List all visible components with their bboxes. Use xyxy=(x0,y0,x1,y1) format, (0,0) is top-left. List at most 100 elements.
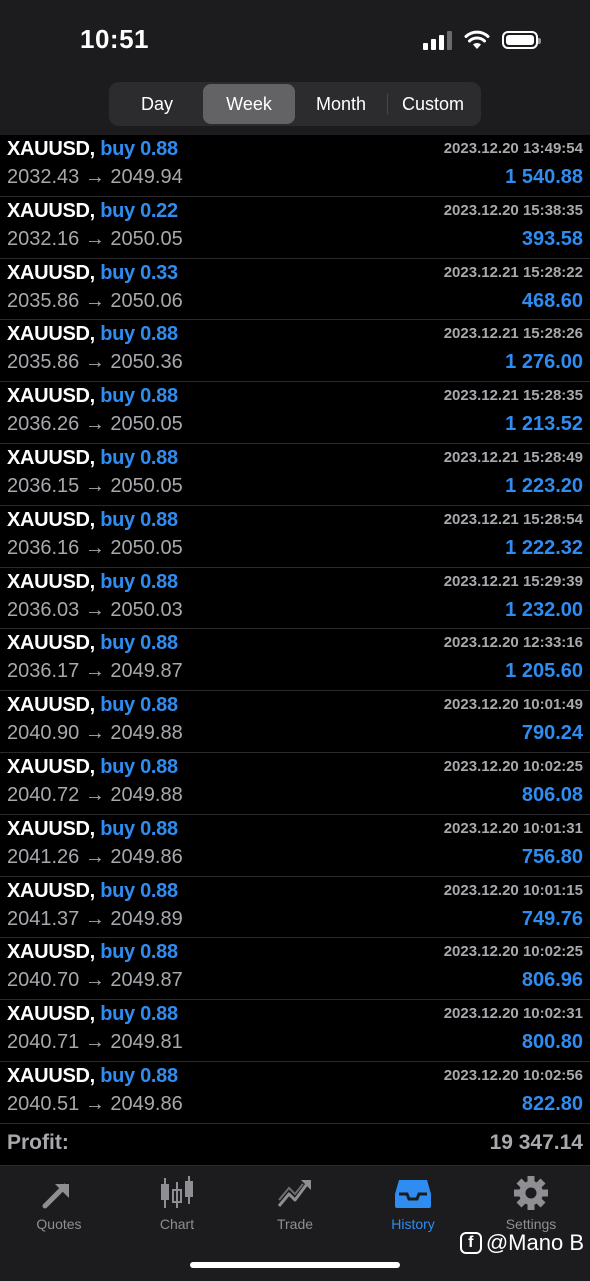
deal-profit: 749.76 xyxy=(521,907,583,930)
home-indicator[interactable] xyxy=(190,1262,400,1268)
deal-arrow: → xyxy=(84,598,105,621)
deal-symbol: XAUUSD, buy 0.22 xyxy=(7,200,178,223)
inbox-tray-icon xyxy=(395,1180,431,1208)
deal-open-price: 2040.90 xyxy=(7,722,80,745)
deal-side-volume: buy 0.88 xyxy=(100,817,178,840)
deal-symbol-text: XAUUSD, xyxy=(7,1064,95,1087)
period-month-button[interactable]: Month xyxy=(295,84,387,124)
candlestick-icon xyxy=(161,1176,193,1208)
deal-close-price: 2050.05 xyxy=(110,227,183,250)
deal-timestamp: 2023.12.20 10:02:56 xyxy=(443,1066,583,1084)
deal-prices: 2040.71 → 2049.81 xyxy=(7,1031,183,1054)
deal-symbol-text: XAUUSD, xyxy=(7,755,95,778)
deal-close-price: 2049.86 xyxy=(110,1092,183,1115)
deal-close-price: 2049.87 xyxy=(110,969,183,992)
deal-open-price: 2040.70 xyxy=(7,969,80,992)
table-row[interactable]: XAUUSD, buy 0.88 2041.37 → 2049.89 2023.12… xyxy=(0,877,590,939)
period-day-button[interactable]: Day xyxy=(111,84,203,124)
deal-side-volume: buy 0.88 xyxy=(100,1003,178,1026)
deal-profit: 1 205.60 xyxy=(505,660,583,683)
table-row[interactable]: XAUUSD, buy 0.88 2040.72 → 2049.88 2023.12… xyxy=(0,753,590,815)
deal-profit: 806.08 xyxy=(521,783,583,806)
deal-prices: 2032.16 → 2050.05 xyxy=(7,228,183,251)
table-row[interactable]: XAUUSD, buy 0.88 2040.51 → 2049.86 2023.12… xyxy=(0,1062,590,1124)
table-row[interactable]: XAUUSD, buy 0.88 2036.03 → 2050.03 2023.12… xyxy=(0,568,590,630)
deal-side-volume: buy 0.88 xyxy=(100,446,178,469)
deal-profit: 800.80 xyxy=(521,1031,583,1054)
table-row[interactable]: XAUUSD, buy 0.88 2040.90 → 2049.88 2023.12… xyxy=(0,691,590,753)
deal-timestamp: 2023.12.21 15:28:54 xyxy=(443,510,583,528)
table-row[interactable]: XAUUSD, buy 0.88 2041.26 → 2049.86 2023.12… xyxy=(0,815,590,877)
deal-close-price: 2050.03 xyxy=(110,598,183,621)
deal-symbol-text: XAUUSD, xyxy=(7,323,95,346)
deal-arrow: → xyxy=(84,1031,105,1054)
deal-open-price: 2041.37 xyxy=(7,907,80,930)
deal-symbol-text: XAUUSD, xyxy=(7,817,95,840)
table-row[interactable]: XAUUSD, buy 0.88 2040.70 → 2049.87 2023.12… xyxy=(0,938,590,1001)
facebook-icon: f xyxy=(459,1232,482,1254)
deal-symbol-text: XAUUSD, xyxy=(7,261,95,284)
tab-settings[interactable]: Settings xyxy=(472,1174,590,1236)
deal-close-price: 2049.88 xyxy=(110,783,183,806)
deal-open-price: 2032.16 xyxy=(7,227,80,250)
period-week-button[interactable]: Week xyxy=(203,84,295,124)
deal-timestamp: 2023.12.20 10:01:31 xyxy=(443,819,583,837)
table-row[interactable]: XAUUSD, buy 0.88 2036.15 → 2050.05 2023.12… xyxy=(0,444,590,506)
deal-prices: 2036.16 → 2050.05 xyxy=(7,537,183,560)
tab-quotes[interactable]: Quotes xyxy=(0,1174,118,1236)
deal-symbol: XAUUSD, buy 0.88 xyxy=(7,323,178,346)
deal-symbol-text: XAUUSD, xyxy=(7,1003,95,1026)
table-row[interactable]: XAUUSD, buy 0.22 2032.16 → 2050.05 2023.12… xyxy=(0,197,590,259)
status-time: 10:51 xyxy=(80,24,149,54)
deal-timestamp: 2023.12.20 15:38:35 xyxy=(443,201,583,219)
tab-chart-label: Chart xyxy=(159,1216,195,1232)
tab-chart[interactable]: Chart xyxy=(118,1174,236,1236)
deal-prices: 2040.72 → 2049.88 xyxy=(7,784,183,807)
deal-symbol-text: XAUUSD, xyxy=(7,385,95,408)
tab-history[interactable]: History xyxy=(354,1174,472,1236)
wifi-icon xyxy=(464,30,490,49)
deal-timestamp: 2023.12.20 10:01:49 xyxy=(443,696,583,714)
deal-close-price: 2050.05 xyxy=(110,536,183,559)
deal-symbol-text: XAUUSD, xyxy=(7,138,95,160)
deal-side-volume: buy 0.22 xyxy=(100,199,178,222)
deal-symbol-text: XAUUSD, xyxy=(7,199,95,222)
deal-symbol: XAUUSD, buy 0.88 xyxy=(7,447,178,470)
deal-open-price: 2035.86 xyxy=(7,351,80,374)
table-row[interactable]: XAUUSD, buy 0.88 2035.86 → 2050.36 2023.12… xyxy=(0,320,590,383)
table-row[interactable]: XAUUSD, buy 0.88 2032.43 → 2049.94 2023.12… xyxy=(0,135,590,197)
table-row[interactable]: XAUUSD, buy 0.88 2040.71 → 2049.81 2023.12… xyxy=(0,1000,590,1062)
table-row[interactable]: XAUUSD, buy 0.88 2036.26 → 2050.05 2023.12… xyxy=(0,382,590,444)
table-row[interactable]: XAUUSD, buy 0.88 2036.17 → 2049.87 2023.12… xyxy=(0,629,590,692)
deal-arrow: → xyxy=(84,783,105,806)
deal-timestamp: 2023.12.21 15:28:22 xyxy=(443,263,583,281)
deal-symbol: XAUUSD, buy 0.88 xyxy=(7,818,178,841)
deal-symbol: XAUUSD, buy 0.88 xyxy=(7,1003,178,1026)
table-row[interactable]: XAUUSD, buy 0.33 2035.86 → 2050.06 2023.12… xyxy=(0,259,590,321)
deal-side-volume: buy 0.88 xyxy=(100,1064,178,1087)
quotes-arrows-icon xyxy=(42,1183,69,1209)
deal-prices: 2040.70 → 2049.87 xyxy=(7,969,183,992)
tab-trade[interactable]: Trade xyxy=(236,1174,354,1236)
table-row[interactable]: XAUUSD, buy 0.88 2036.16 → 2050.05 2023.12… xyxy=(0,506,590,568)
period-segmented-control: Day Week Month Custom xyxy=(109,82,481,126)
deal-side-volume: buy 0.88 xyxy=(100,570,178,593)
deal-profit: 1 232.00 xyxy=(505,598,583,621)
deal-arrow: → xyxy=(84,536,105,559)
period-custom-button[interactable]: Custom xyxy=(387,84,479,124)
deal-open-price: 2036.26 xyxy=(7,413,80,436)
deal-arrow: → xyxy=(84,969,105,992)
deal-profit: 806.96 xyxy=(521,969,583,992)
deal-symbol: XAUUSD, buy 0.33 xyxy=(7,262,178,285)
deal-profit: 1 276.00 xyxy=(505,351,583,374)
trend-line-icon xyxy=(277,1180,311,1207)
deal-close-price: 2049.88 xyxy=(110,722,183,745)
cellular-signal-icon xyxy=(423,30,452,50)
deal-side-volume: buy 0.88 xyxy=(100,941,178,964)
deal-close-price: 2049.87 xyxy=(110,660,183,683)
deal-profit: 393.58 xyxy=(521,227,583,250)
deal-side-volume: buy 0.88 xyxy=(100,508,178,531)
deal-side-volume: buy 0.88 xyxy=(100,694,178,717)
deal-symbol-text: XAUUSD, xyxy=(7,879,95,902)
deal-timestamp: 2023.12.21 15:28:35 xyxy=(443,387,583,405)
